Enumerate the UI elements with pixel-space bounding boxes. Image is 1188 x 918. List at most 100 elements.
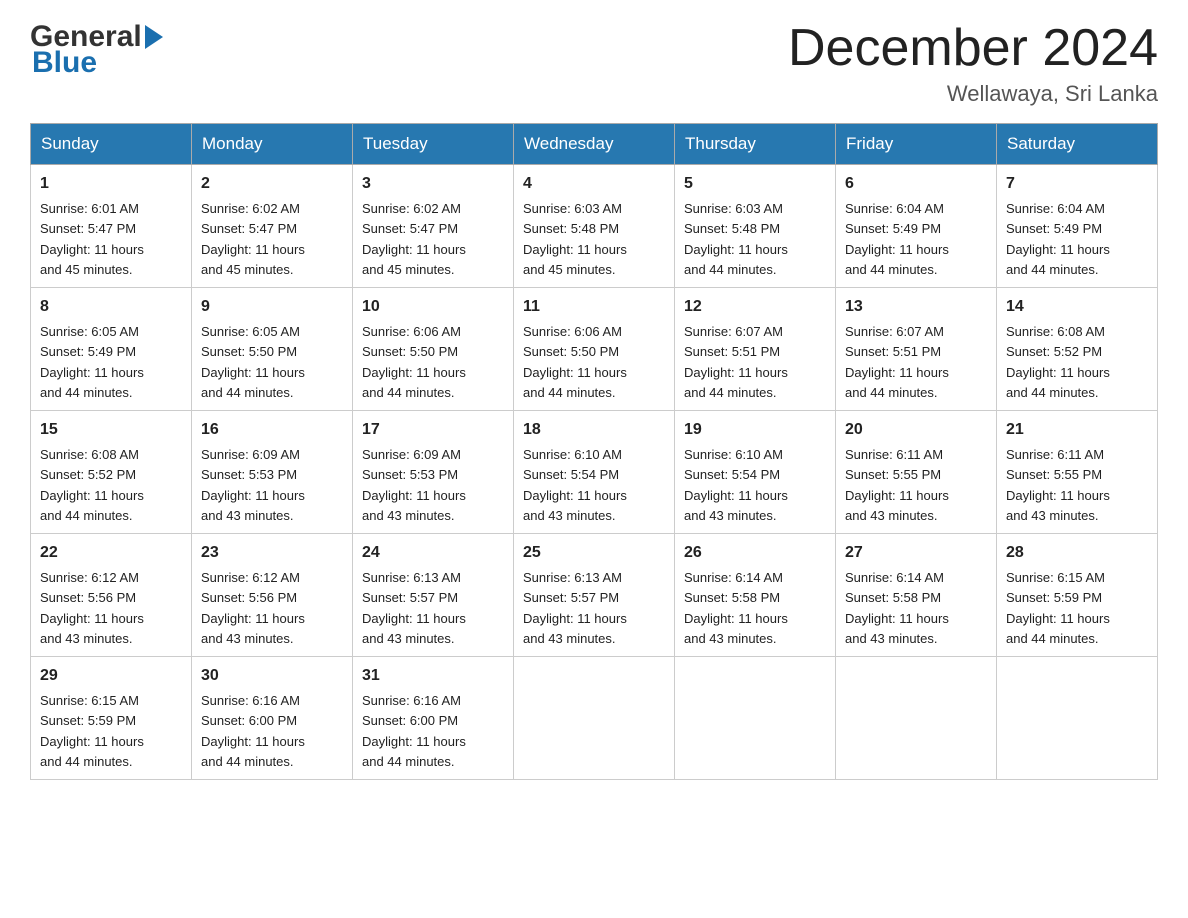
day-info: Sunrise: 6:12 AMSunset: 5:56 PMDaylight:… xyxy=(40,570,144,646)
calendar-cell: 15 Sunrise: 6:08 AMSunset: 5:52 PMDaylig… xyxy=(31,411,192,534)
day-info: Sunrise: 6:14 AMSunset: 5:58 PMDaylight:… xyxy=(684,570,788,646)
day-number: 22 xyxy=(40,541,182,565)
day-info: Sunrise: 6:03 AMSunset: 5:48 PMDaylight:… xyxy=(523,201,627,277)
day-number: 17 xyxy=(362,418,504,442)
day-info: Sunrise: 6:07 AMSunset: 5:51 PMDaylight:… xyxy=(845,324,949,400)
day-number: 15 xyxy=(40,418,182,442)
calendar-cell: 29 Sunrise: 6:15 AMSunset: 5:59 PMDaylig… xyxy=(31,657,192,780)
calendar-cell: 23 Sunrise: 6:12 AMSunset: 5:56 PMDaylig… xyxy=(192,534,353,657)
day-number: 28 xyxy=(1006,541,1148,565)
calendar-week-2: 8 Sunrise: 6:05 AMSunset: 5:49 PMDayligh… xyxy=(31,288,1158,411)
calendar-cell: 6 Sunrise: 6:04 AMSunset: 5:49 PMDayligh… xyxy=(836,165,997,288)
calendar-cell xyxy=(514,657,675,780)
calendar-cell: 16 Sunrise: 6:09 AMSunset: 5:53 PMDaylig… xyxy=(192,411,353,534)
day-info: Sunrise: 6:09 AMSunset: 5:53 PMDaylight:… xyxy=(201,447,305,523)
day-header-friday: Friday xyxy=(836,124,997,165)
day-header-monday: Monday xyxy=(192,124,353,165)
day-header-sunday: Sunday xyxy=(31,124,192,165)
day-number: 24 xyxy=(362,541,504,565)
calendar-cell: 3 Sunrise: 6:02 AMSunset: 5:47 PMDayligh… xyxy=(353,165,514,288)
day-info: Sunrise: 6:08 AMSunset: 5:52 PMDaylight:… xyxy=(1006,324,1110,400)
title-block: December 2024 Wellawaya, Sri Lanka xyxy=(788,20,1158,107)
day-number: 25 xyxy=(523,541,665,565)
calendar-cell: 13 Sunrise: 6:07 AMSunset: 5:51 PMDaylig… xyxy=(836,288,997,411)
calendar-cell: 26 Sunrise: 6:14 AMSunset: 5:58 PMDaylig… xyxy=(675,534,836,657)
day-number: 26 xyxy=(684,541,826,565)
calendar-cell: 27 Sunrise: 6:14 AMSunset: 5:58 PMDaylig… xyxy=(836,534,997,657)
day-number: 13 xyxy=(845,295,987,319)
calendar-cell: 19 Sunrise: 6:10 AMSunset: 5:54 PMDaylig… xyxy=(675,411,836,534)
logo-blue-text: Blue xyxy=(30,46,166,80)
calendar-cell: 17 Sunrise: 6:09 AMSunset: 5:53 PMDaylig… xyxy=(353,411,514,534)
calendar-cell: 21 Sunrise: 6:11 AMSunset: 5:55 PMDaylig… xyxy=(997,411,1158,534)
day-number: 30 xyxy=(201,664,343,688)
calendar-table: SundayMondayTuesdayWednesdayThursdayFrid… xyxy=(30,123,1158,780)
calendar-cell xyxy=(836,657,997,780)
day-info: Sunrise: 6:10 AMSunset: 5:54 PMDaylight:… xyxy=(523,447,627,523)
calendar-cell: 12 Sunrise: 6:07 AMSunset: 5:51 PMDaylig… xyxy=(675,288,836,411)
day-info: Sunrise: 6:05 AMSunset: 5:50 PMDaylight:… xyxy=(201,324,305,400)
logo: General Blue xyxy=(30,20,166,80)
day-number: 14 xyxy=(1006,295,1148,319)
day-info: Sunrise: 6:13 AMSunset: 5:57 PMDaylight:… xyxy=(362,570,466,646)
day-info: Sunrise: 6:03 AMSunset: 5:48 PMDaylight:… xyxy=(684,201,788,277)
calendar-cell: 9 Sunrise: 6:05 AMSunset: 5:50 PMDayligh… xyxy=(192,288,353,411)
day-header-tuesday: Tuesday xyxy=(353,124,514,165)
day-info: Sunrise: 6:06 AMSunset: 5:50 PMDaylight:… xyxy=(362,324,466,400)
day-header-wednesday: Wednesday xyxy=(514,124,675,165)
location-subtitle: Wellawaya, Sri Lanka xyxy=(788,81,1158,107)
day-number: 4 xyxy=(523,172,665,196)
day-number: 7 xyxy=(1006,172,1148,196)
day-header-saturday: Saturday xyxy=(997,124,1158,165)
day-number: 12 xyxy=(684,295,826,319)
day-info: Sunrise: 6:15 AMSunset: 5:59 PMDaylight:… xyxy=(1006,570,1110,646)
day-info: Sunrise: 6:02 AMSunset: 5:47 PMDaylight:… xyxy=(201,201,305,277)
day-number: 8 xyxy=(40,295,182,319)
calendar-cell: 14 Sunrise: 6:08 AMSunset: 5:52 PMDaylig… xyxy=(997,288,1158,411)
calendar-week-4: 22 Sunrise: 6:12 AMSunset: 5:56 PMDaylig… xyxy=(31,534,1158,657)
calendar-week-5: 29 Sunrise: 6:15 AMSunset: 5:59 PMDaylig… xyxy=(31,657,1158,780)
day-number: 11 xyxy=(523,295,665,319)
calendar-cell: 30 Sunrise: 6:16 AMSunset: 6:00 PMDaylig… xyxy=(192,657,353,780)
calendar-cell: 7 Sunrise: 6:04 AMSunset: 5:49 PMDayligh… xyxy=(997,165,1158,288)
calendar-cell: 2 Sunrise: 6:02 AMSunset: 5:47 PMDayligh… xyxy=(192,165,353,288)
day-info: Sunrise: 6:15 AMSunset: 5:59 PMDaylight:… xyxy=(40,693,144,769)
calendar-cell: 18 Sunrise: 6:10 AMSunset: 5:54 PMDaylig… xyxy=(514,411,675,534)
day-headers-row: SundayMondayTuesdayWednesdayThursdayFrid… xyxy=(31,124,1158,165)
day-number: 31 xyxy=(362,664,504,688)
calendar-week-3: 15 Sunrise: 6:08 AMSunset: 5:52 PMDaylig… xyxy=(31,411,1158,534)
day-info: Sunrise: 6:08 AMSunset: 5:52 PMDaylight:… xyxy=(40,447,144,523)
day-header-thursday: Thursday xyxy=(675,124,836,165)
day-number: 2 xyxy=(201,172,343,196)
day-info: Sunrise: 6:06 AMSunset: 5:50 PMDaylight:… xyxy=(523,324,627,400)
day-info: Sunrise: 6:04 AMSunset: 5:49 PMDaylight:… xyxy=(845,201,949,277)
day-info: Sunrise: 6:13 AMSunset: 5:57 PMDaylight:… xyxy=(523,570,627,646)
day-info: Sunrise: 6:05 AMSunset: 5:49 PMDaylight:… xyxy=(40,324,144,400)
day-number: 1 xyxy=(40,172,182,196)
day-number: 19 xyxy=(684,418,826,442)
day-number: 18 xyxy=(523,418,665,442)
day-info: Sunrise: 6:12 AMSunset: 5:56 PMDaylight:… xyxy=(201,570,305,646)
day-info: Sunrise: 6:16 AMSunset: 6:00 PMDaylight:… xyxy=(201,693,305,769)
calendar-cell: 20 Sunrise: 6:11 AMSunset: 5:55 PMDaylig… xyxy=(836,411,997,534)
day-info: Sunrise: 6:11 AMSunset: 5:55 PMDaylight:… xyxy=(1006,447,1110,523)
calendar-cell: 1 Sunrise: 6:01 AMSunset: 5:47 PMDayligh… xyxy=(31,165,192,288)
day-number: 10 xyxy=(362,295,504,319)
day-number: 29 xyxy=(40,664,182,688)
calendar-cell: 28 Sunrise: 6:15 AMSunset: 5:59 PMDaylig… xyxy=(997,534,1158,657)
month-title: December 2024 xyxy=(788,20,1158,77)
calendar-week-1: 1 Sunrise: 6:01 AMSunset: 5:47 PMDayligh… xyxy=(31,165,1158,288)
calendar-cell: 25 Sunrise: 6:13 AMSunset: 5:57 PMDaylig… xyxy=(514,534,675,657)
day-info: Sunrise: 6:07 AMSunset: 5:51 PMDaylight:… xyxy=(684,324,788,400)
calendar-cell xyxy=(675,657,836,780)
day-info: Sunrise: 6:01 AMSunset: 5:47 PMDaylight:… xyxy=(40,201,144,277)
day-info: Sunrise: 6:16 AMSunset: 6:00 PMDaylight:… xyxy=(362,693,466,769)
calendar-cell xyxy=(997,657,1158,780)
calendar-cell: 5 Sunrise: 6:03 AMSunset: 5:48 PMDayligh… xyxy=(675,165,836,288)
calendar-body: 1 Sunrise: 6:01 AMSunset: 5:47 PMDayligh… xyxy=(31,165,1158,780)
day-number: 27 xyxy=(845,541,987,565)
day-info: Sunrise: 6:11 AMSunset: 5:55 PMDaylight:… xyxy=(845,447,949,523)
day-number: 3 xyxy=(362,172,504,196)
day-info: Sunrise: 6:14 AMSunset: 5:58 PMDaylight:… xyxy=(845,570,949,646)
day-info: Sunrise: 6:10 AMSunset: 5:54 PMDaylight:… xyxy=(684,447,788,523)
